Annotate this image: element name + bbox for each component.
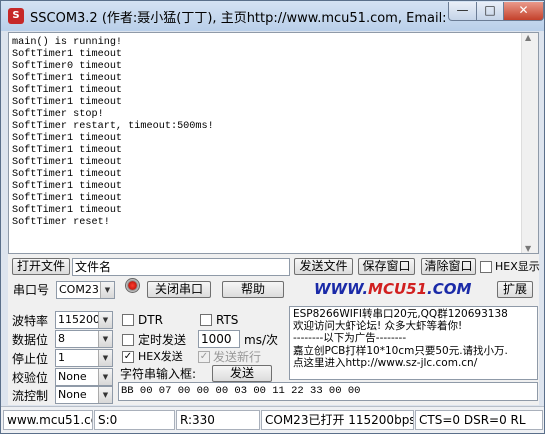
save-window-button[interactable]: 保存窗口 [358,258,415,275]
flow-value: None [58,388,87,401]
dtr-checkbox[interactable] [122,314,134,326]
chevron-down-icon: ▼ [98,350,112,366]
stopbits-value: 1 [58,351,65,364]
send-newline-checkbox[interactable]: ✓ [198,351,210,363]
send-button[interactable]: 发送 [212,365,272,382]
chevron-down-icon: ▼ [100,282,114,298]
send-newline-label: 发送新行 [213,350,262,364]
port-status-led [125,278,140,293]
open-file-button[interactable]: 打开文件 [12,258,70,275]
baud-label: 波特率 [12,314,49,328]
timed-send-label: 定时发送 [138,333,187,347]
hex-display-checkbox[interactable] [480,261,492,273]
databits-select[interactable]: 8 ▼ [55,330,113,348]
stopbits-select[interactable]: 1 ▼ [55,349,113,367]
minimize-button[interactable]: — [448,2,477,21]
ad-line: 欢迎访问大虾论坛! 众多大虾等着你! [293,320,463,333]
hex-send-checkbox[interactable]: ✓ [122,351,134,363]
stopbits-label: 停止位 [12,352,49,366]
title-bar[interactable]: S SSCOM3.2 (作者:聂小猛(丁丁), 主页http://www.mcu… [1,1,544,31]
port-select[interactable]: COM23 ▼ [56,281,115,299]
chevron-down-icon: ▼ [98,331,112,347]
help-button[interactable]: 帮助 [222,281,284,298]
status-port: COM23已打开 115200bps [261,410,414,430]
interval-input[interactable]: 1000 [198,330,240,348]
mcu51-logo[interactable]: WWW.MCU51.COM [314,280,471,298]
baud-value: 115200 [58,313,100,326]
flow-select[interactable]: None ▼ [55,386,113,404]
receive-area[interactable]: main() is running! SoftTimer1 timeout So… [8,32,539,254]
status-received: R:330 [176,410,260,430]
timed-send-checkbox[interactable] [122,334,134,346]
input-label: 字符串输入框: [120,367,197,381]
maximize-button[interactable]: □ [476,2,504,21]
send-input[interactable]: BB 00 07 00 00 00 03 00 11 22 33 00 00 [118,382,538,401]
parity-select[interactable]: None ▼ [55,368,113,386]
interval-unit: ms/次 [244,333,278,347]
ad-panel[interactable]: ESP8266WIFI转串口20元,QQ群120693138 欢迎访问大虾论坛!… [289,306,538,380]
dtr-label: DTR [138,313,163,327]
hex-display-label: HEX显示 [495,260,540,273]
control-panel: 打开文件 文件名 发送文件 保存窗口 清除窗口 HEX显示 串口号 COM23 ▼… [8,254,540,405]
databits-value: 8 [58,332,65,345]
status-site: www.mcu51.cor [3,410,93,430]
chevron-down-icon: ▼ [98,387,112,403]
filename-field[interactable]: 文件名 [72,258,290,276]
send-file-button[interactable]: 发送文件 [294,258,353,275]
port-label: 串口号 [13,283,50,297]
close-port-button[interactable]: 关闭串口 [147,281,211,298]
ad-link[interactable]: 点这里进入http://www.sz-jlc.com.cn/ [293,357,537,369]
status-sent: S:0 [94,410,175,430]
rts-label: RTS [216,313,239,327]
databits-label: 数据位 [12,333,49,347]
port-value: COM23 [59,283,99,296]
receive-scrollbar[interactable] [521,33,538,253]
ad-line: --------以下为广告-------- [293,332,407,345]
expand-button[interactable]: 扩展 [497,281,533,298]
parity-value: None [58,370,87,383]
baud-select[interactable]: 115200 ▼ [55,311,113,329]
chevron-down-icon: ▼ [98,312,112,328]
clear-window-button[interactable]: 清除窗口 [421,258,476,275]
ad-line: 嘉立创PCB打样10*10cm只要50元.请找小万. [293,344,508,357]
window-title: SSCOM3.2 (作者:聂小猛(丁丁), 主页http://www.mcu51… [30,11,445,26]
status-bar: www.mcu51.cor S:0 R:330 COM23已打开 115200b… [1,406,544,433]
ad-line: ESP8266WIFI转串口20元,QQ群120693138 [293,308,508,320]
receive-text: main() is running! SoftTimer1 timeout So… [12,37,214,228]
close-button[interactable]: ✕ [503,2,544,21]
status-signals: CTS=0 DSR=0 RL [415,410,543,430]
app-icon: S [8,8,24,24]
rts-checkbox[interactable] [200,314,212,326]
chevron-down-icon: ▼ [98,369,112,385]
hex-send-label: HEX发送 [138,350,183,363]
app-window: S SSCOM3.2 (作者:聂小猛(丁丁), 主页http://www.mcu… [0,0,545,434]
flow-label: 流控制 [12,389,49,403]
parity-label: 校验位 [12,371,49,385]
